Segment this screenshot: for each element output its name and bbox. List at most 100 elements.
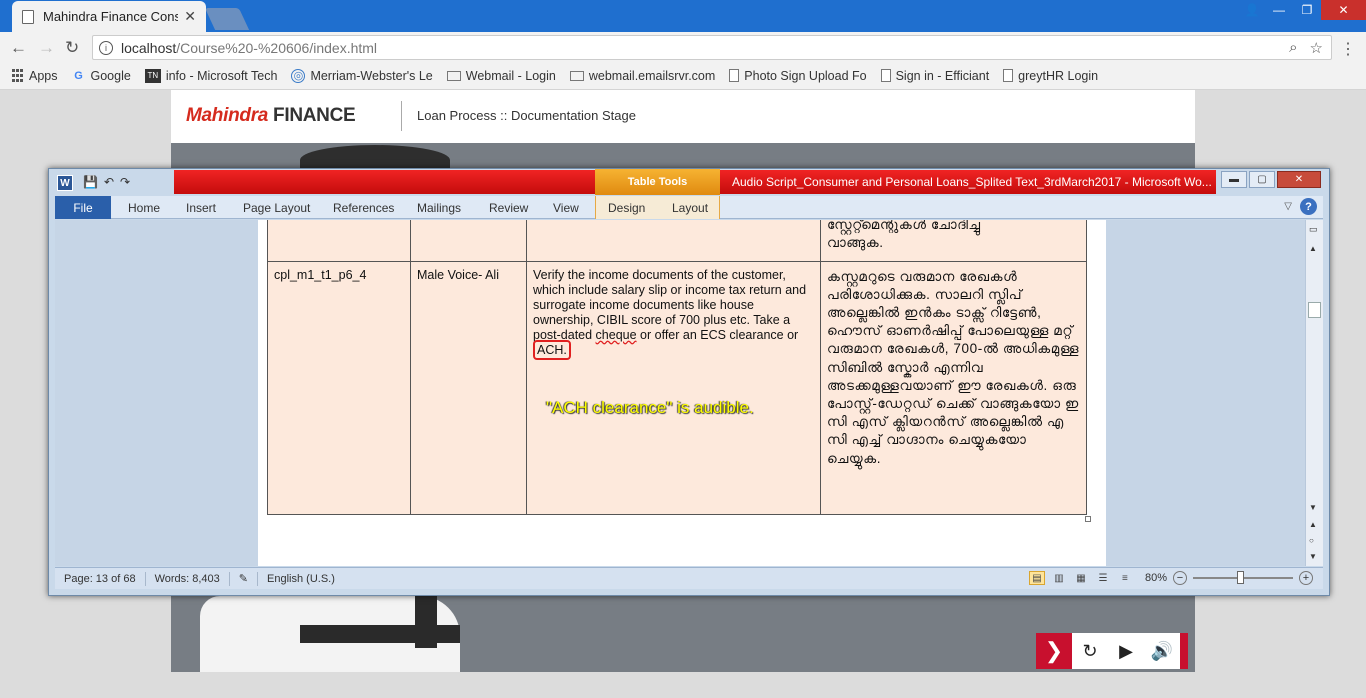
proofing-icon[interactable]: ✎ [230,571,259,586]
bookmark-microsoft-tech[interactable]: TN info - Microsoft Tech [144,68,278,83]
browse-object-icon[interactable]: ○ [1309,536,1314,545]
tab-close-icon[interactable]: ✕ [184,8,196,25]
word-app-icon[interactable]: W [57,175,73,191]
zoom-icon[interactable]: ⌕ [1289,39,1297,57]
tab-title: Mahindra Finance Consu [43,9,179,24]
audio-callout: "ACH clearance" is audible. [546,398,754,417]
draft-icon[interactable]: ≡ [1117,571,1133,585]
back-icon[interactable]: ← [10,38,27,58]
zoom-out-icon[interactable]: − [1173,571,1187,585]
tab-review[interactable]: Review [489,201,528,215]
save-icon[interactable]: 💾 [83,175,98,189]
undo-icon[interactable]: ↶ [104,175,114,189]
segment-id-cell[interactable]: cpl_m1_t1_p6_4 [267,260,411,515]
forward-icon[interactable]: → [38,38,55,58]
status-bar: Page: 13 of 68 Words: 8,403 ✎ English (U… [55,567,1323,589]
mail-icon [569,70,584,81]
tab-view[interactable]: View [553,201,579,215]
web-layout-icon[interactable]: ▦ [1073,571,1089,585]
bookmark-label: Photo Sign Upload Fo [744,68,867,83]
play-icon[interactable]: ▶ [1108,633,1144,669]
mail-icon [446,70,461,81]
table-row: സ്റ്റേറ്റ്മെന്റുകൾ ചോദിച്ചു വാങ്ങുക. [267,220,1087,262]
info-icon[interactable]: i [99,40,113,55]
new-tab-button[interactable] [204,8,250,30]
bookmark-google[interactable]: G Google [72,69,131,83]
redo-icon[interactable]: ↷ [120,175,130,189]
scroll-up-icon[interactable]: ▲ [1309,244,1317,253]
tab-layout[interactable]: Layout [672,201,708,215]
course-title: Loan Process :: Documentation Stage [417,108,636,123]
bookmark-emailsrvr[interactable]: webmail.emailsrvr.com [569,68,716,83]
zoom-slider[interactable] [1193,571,1293,584]
audio-icon[interactable]: 🔊 [1144,633,1180,669]
tab-page-layout[interactable]: Page Layout [243,201,310,215]
table-cell[interactable]: സ്റ്റേറ്റ്മെന്റുകൾ ചോദിച്ചു വാങ്ങുക. [820,220,1087,262]
bookmark-star-icon[interactable]: ☆ [1310,39,1323,57]
word-close-button[interactable]: ✕ [1277,171,1321,188]
zoom-level[interactable]: 80% [1145,572,1167,584]
bookmark-label: Apps [29,68,58,83]
scroll-thumb[interactable] [1308,302,1321,318]
script-table: സ്റ്റേറ്റ്മെന്റുകൾ ചോദിച്ചു വാങ്ങുക. cpl… [267,220,1087,515]
bookmark-photo-sign[interactable]: Photo Sign Upload Fo [729,68,867,83]
word-count[interactable]: Words: 8,403 [146,571,230,586]
language[interactable]: English (U.S.) [258,572,344,586]
zoom-slider-knob[interactable] [1237,571,1244,584]
english-text-cell[interactable]: Verify the income documents of the custo… [526,260,821,515]
page-count[interactable]: Page: 13 of 68 [55,571,146,586]
replay-icon[interactable]: ↻ [1072,633,1108,669]
browser-tab[interactable]: Mahindra Finance Consu ✕ [12,1,206,32]
table-resize-handle[interactable] [1085,516,1091,522]
bookmark-label: info - Microsoft Tech [165,68,278,83]
maximize-button[interactable]: ❐ [1293,0,1321,20]
table-cell[interactable] [267,220,411,262]
full-screen-reading-icon[interactable]: ▥ [1051,571,1067,585]
tab-references[interactable]: References [333,201,394,215]
vertical-scrollbar[interactable]: ▭ ▲ ▼ ▲ ○ ▼ [1305,220,1323,566]
document-icon [880,69,891,82]
voice-name: Male Voice- Ali [417,267,499,282]
zoom-in-icon[interactable]: + [1299,571,1313,585]
table-cell[interactable] [526,220,821,262]
reload-icon[interactable]: ↻ [65,38,79,58]
ruler-toggle-icon[interactable]: ▭ [1309,224,1318,235]
malayalam-text-cell[interactable]: കസ്റ്റമറുടെ വരുമാന രേഖകൾ പരിശോധിക്കുക. സ… [820,260,1087,515]
document-area: സ്റ്റേറ്റ്മെന്റുകൾ ചോദിച്ചു വാങ്ങുക. cpl… [55,220,1305,566]
table-tools-label: Table Tools [595,169,720,195]
tab-file[interactable]: File [55,196,111,219]
address-bar[interactable]: i localhost/Course%20-%20606/index.html … [92,35,1332,60]
menu-icon[interactable]: ⋮ [1340,39,1356,59]
user-icon[interactable]: 👤 [1239,0,1265,20]
english-text: Verify the income documents of the custo… [533,268,814,360]
next-icon[interactable]: ❯ [1036,633,1072,669]
print-layout-icon[interactable]: ▤ [1028,571,1045,585]
document-page: സ്റ്റേറ്റ്മെന്റുകൾ ചോദിച്ചു വാങ്ങുക. cpl… [258,220,1106,566]
scroll-down-icon[interactable]: ▼ [1309,503,1317,512]
outline-icon[interactable]: ☰ [1095,571,1111,585]
bookmark-label: webmail.emailsrvr.com [588,68,716,83]
tab-home[interactable]: Home [128,201,160,215]
word-minimize-button[interactable]: ▬ [1221,171,1247,188]
tn-icon: TN [144,68,161,83]
bookmark-greythr[interactable]: greytHR Login [1003,69,1098,83]
bookmark-webmail[interactable]: Webmail - Login [446,69,556,83]
tab-mailings[interactable]: Mailings [417,201,461,215]
table-cell[interactable] [410,220,527,262]
voice-cell[interactable]: Male Voice- Ali [410,260,527,515]
tab-insert[interactable]: Insert [186,201,216,215]
bookmark-apps[interactable]: Apps [10,69,58,83]
tab-design[interactable]: Design [608,201,645,215]
word-maximize-button[interactable]: ▢ [1249,171,1275,188]
bookmark-merriam-webster[interactable]: ◎ Merriam-Webster's Le [291,68,433,83]
bookmark-label: Google [90,68,131,83]
close-button[interactable]: ✕ [1321,0,1366,20]
ribbon-collapse-icon[interactable]: ▽ [1284,201,1292,212]
bookmark-efficiant[interactable]: Sign in - Efficiant [880,69,989,83]
spelling-error: cheque [595,327,637,342]
help-icon[interactable]: ? [1300,198,1317,215]
minimize-button[interactable]: — [1265,0,1293,20]
next-page-icon[interactable]: ▼ [1309,552,1317,561]
presenter-belt [300,625,460,643]
prev-page-icon[interactable]: ▲ [1309,520,1317,529]
